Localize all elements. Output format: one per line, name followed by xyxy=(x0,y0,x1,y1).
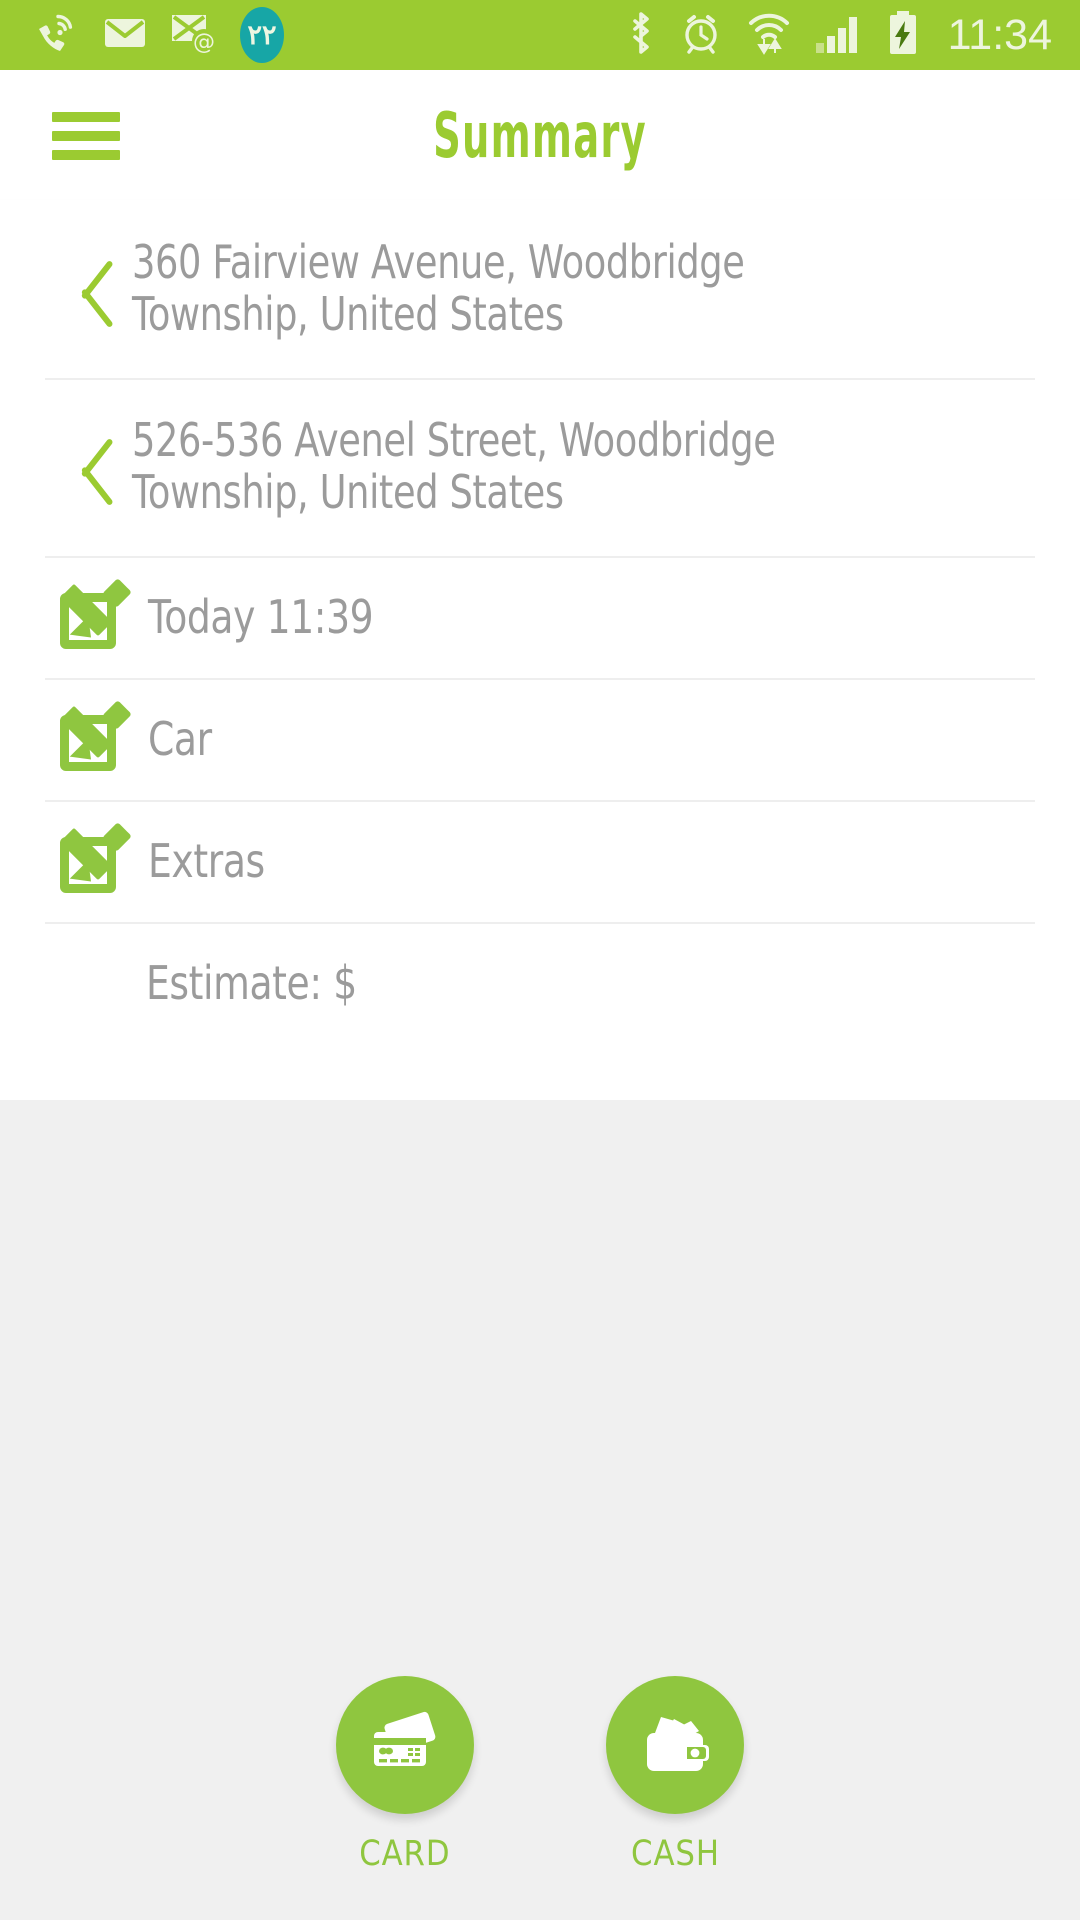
chevron-left-icon xyxy=(58,246,118,332)
status-bar-left-icons: @ ٢٢ xyxy=(0,7,284,63)
payment-method-row: CARD CASH xyxy=(0,1676,1080,1874)
hamburger-bar xyxy=(52,131,120,141)
page-title: Summary xyxy=(433,98,647,172)
notification-count-badge: ٢٢ xyxy=(240,7,284,63)
summary-card: 360 Fairview Avenue, Woodbridge Township… xyxy=(0,200,1080,1100)
edit-pencil-icon[interactable] xyxy=(59,578,132,649)
edit-pencil-icon[interactable] xyxy=(59,822,132,893)
hamburger-bar xyxy=(52,150,120,160)
status-bar: @ ٢٢ 11:34 xyxy=(0,0,1080,70)
pickup-address-text: 360 Fairview Avenue, Woodbridge Township… xyxy=(132,235,745,341)
estimate-row: Estimate: $ xyxy=(0,922,1080,1044)
battery-charging-icon xyxy=(886,9,920,62)
app-root: @ ٢٢ 11:34 Summary 360 Fairview Avenue, … xyxy=(0,0,1080,1920)
status-bar-right-icons: 11:34 xyxy=(626,9,1080,62)
sms-envelope-icon xyxy=(102,13,148,58)
pay-with-cash-button[interactable]: CASH xyxy=(606,1676,744,1874)
wifi-calling-icon xyxy=(34,10,80,61)
wifi-data-transfer-icon xyxy=(746,9,792,62)
cellular-signal-icon xyxy=(814,11,864,60)
credit-cards-icon xyxy=(336,1676,474,1814)
pickup-time-row[interactable]: Today 11:39 xyxy=(0,556,1080,678)
bluetooth-icon xyxy=(626,9,656,62)
svg-text:@: @ xyxy=(193,30,215,55)
car-type-label: Car xyxy=(148,712,212,766)
pay-with-card-button[interactable]: CARD xyxy=(336,1676,474,1874)
email-at-icon: @ xyxy=(170,11,218,60)
alarm-clock-icon xyxy=(678,10,724,61)
hamburger-menu-icon[interactable] xyxy=(52,112,120,160)
pay-with-card-label: CARD xyxy=(359,1834,451,1874)
extras-label: Extras xyxy=(148,834,265,888)
pickup-address-row[interactable]: 360 Fairview Avenue, Woodbridge Township… xyxy=(0,200,1080,378)
estimate-label: Estimate: $ xyxy=(146,956,357,1010)
dropoff-address-row[interactable]: 526-536 Avenel Street, Woodbridge Townsh… xyxy=(0,378,1080,556)
dropoff-address-text: 526-536 Avenel Street, Woodbridge Townsh… xyxy=(132,413,776,519)
wallet-icon xyxy=(606,1676,744,1814)
extras-row[interactable]: Extras xyxy=(0,800,1080,922)
app-header: Summary xyxy=(0,70,1080,200)
hamburger-bar xyxy=(52,112,120,122)
status-bar-clock: 11:34 xyxy=(947,10,1052,59)
edit-pencil-icon[interactable] xyxy=(59,700,132,771)
chevron-left-icon xyxy=(58,424,118,510)
car-type-row[interactable]: Car xyxy=(0,678,1080,800)
pickup-time-label: Today 11:39 xyxy=(148,590,374,644)
pay-with-cash-label: CASH xyxy=(630,1834,720,1874)
payment-area: CARD CASH xyxy=(0,1100,1080,1920)
